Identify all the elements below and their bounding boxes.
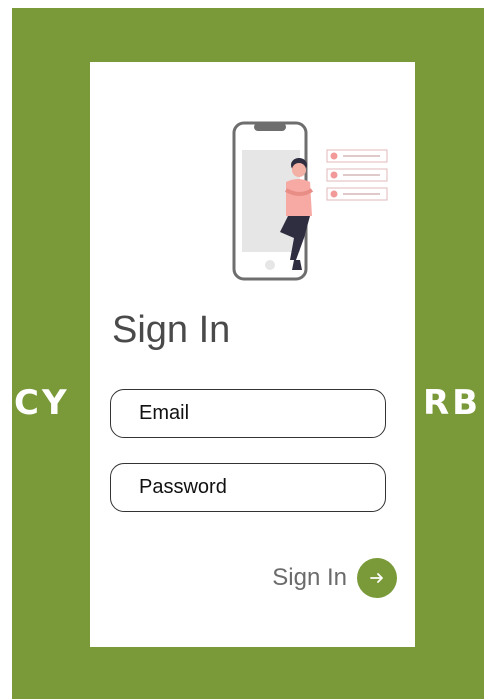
page-title: Sign In <box>112 309 231 351</box>
password-field[interactable] <box>110 463 386 512</box>
arrow-right-icon <box>370 573 383 583</box>
email-field[interactable] <box>110 389 386 438</box>
sign-in-button[interactable] <box>357 558 397 598</box>
background-text-right: RB. <box>423 383 484 423</box>
sign-in-card: Sign In Sign In <box>90 62 415 647</box>
sign-in-action[interactable]: Sign In <box>272 558 397 598</box>
sign-in-label[interactable]: Sign In <box>272 558 347 598</box>
password-input[interactable] <box>111 464 385 511</box>
email-input[interactable] <box>111 390 385 437</box>
background-text-left: CY <box>14 383 70 423</box>
person-with-phone-illustration <box>232 121 388 281</box>
